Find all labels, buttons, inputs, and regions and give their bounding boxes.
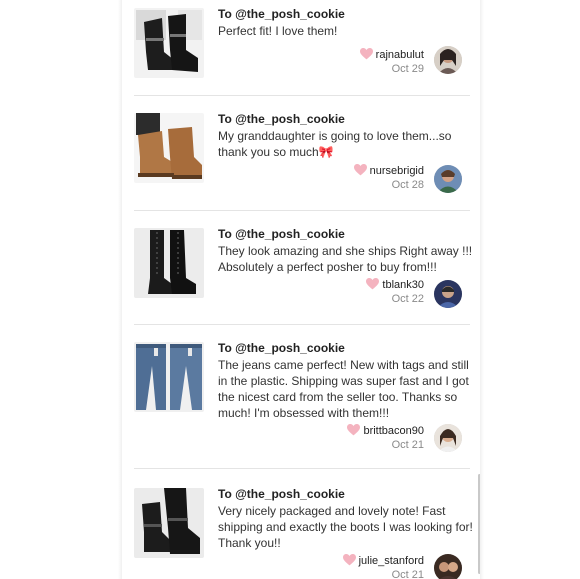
review-date: Oct 21: [391, 439, 424, 451]
review-date: Oct 21: [391, 569, 424, 579]
reviewer-avatar[interactable]: [434, 280, 462, 308]
boots-icon: [134, 488, 204, 558]
boots-icon: [134, 8, 204, 78]
heart-icon: [366, 278, 380, 290]
divider: [134, 324, 470, 325]
reviewer-avatar[interactable]: [434, 165, 462, 193]
review-message: Very nicely packaged and lovely note! Fa…: [218, 504, 473, 550]
divider: [134, 210, 470, 211]
review-recipient: To @the_posh_cookie: [218, 341, 345, 355]
product-thumbnail-tall-boots[interactable]: [134, 228, 204, 298]
heart-icon: [353, 164, 367, 176]
review-item: To @the_posh_cookie The jeans came perfe…: [134, 341, 470, 452]
review-date: Oct 22: [391, 293, 424, 305]
review-meta: rajnabulut Oct 29: [359, 48, 424, 76]
product-thumbnail-boots[interactable]: [134, 8, 204, 78]
review-meta: tblank30 Oct 22: [366, 278, 424, 306]
heart-icon: [359, 48, 373, 60]
divider: [134, 468, 470, 469]
reviewer-username[interactable]: julie_stanford: [359, 555, 424, 567]
review-message: They look amazing and she ships Right aw…: [218, 244, 473, 274]
reviewer-avatar[interactable]: [434, 554, 462, 579]
review-date: Oct 28: [391, 179, 424, 191]
review-recipient: To @the_posh_cookie: [218, 487, 345, 501]
divider: [134, 95, 470, 96]
panel-shadow-right: [480, 0, 484, 579]
review-meta: nursebrigid Oct 28: [353, 164, 424, 192]
tall-boots-icon: [134, 228, 204, 298]
review-meta: brittbacon90 Oct 21: [347, 424, 424, 452]
review-message: Perfect fit! I love them!: [218, 24, 338, 38]
review-message: My granddaughter is going to love them..…: [218, 129, 452, 159]
heart-icon: [347, 424, 361, 436]
review-message: The jeans came perfect! New with tags an…: [218, 358, 469, 420]
review-date: Oct 29: [391, 63, 424, 75]
reviewer-username[interactable]: tblank30: [382, 279, 424, 291]
heart-icon: [342, 554, 356, 566]
review-meta: julie_stanford Oct 21: [342, 554, 424, 579]
review-item: To @the_posh_cookie Very nicely packaged…: [134, 487, 473, 579]
review-item: To @the_posh_cookie They look amazing an…: [134, 227, 472, 308]
product-thumbnail-boots[interactable]: [134, 488, 204, 558]
reviewer-avatar[interactable]: [434, 46, 462, 74]
product-thumbnail-ugg-boots[interactable]: [134, 113, 204, 183]
reviewer-username[interactable]: rajnabulut: [376, 49, 424, 61]
reviewer-avatar[interactable]: [434, 424, 462, 452]
ugg-boots-icon: [134, 113, 204, 183]
review-recipient: To @the_posh_cookie: [218, 7, 345, 21]
reviewer-username[interactable]: nursebrigid: [370, 165, 424, 177]
product-thumbnail-jeans[interactable]: [134, 342, 204, 412]
review-item: To @the_posh_cookie Perfect fit! I love …: [134, 7, 470, 90]
review-recipient: To @the_posh_cookie: [218, 112, 345, 126]
review-recipient: To @the_posh_cookie: [218, 227, 345, 241]
jeans-icon: [134, 342, 204, 412]
reviewer-username[interactable]: brittbacon90: [363, 425, 424, 437]
love-notes-panel[interactable]: To @the_posh_cookie Perfect fit! I love …: [122, 0, 480, 579]
scrollbar[interactable]: [478, 474, 480, 574]
review-item: To @the_posh_cookie My granddaughter is …: [134, 112, 470, 203]
